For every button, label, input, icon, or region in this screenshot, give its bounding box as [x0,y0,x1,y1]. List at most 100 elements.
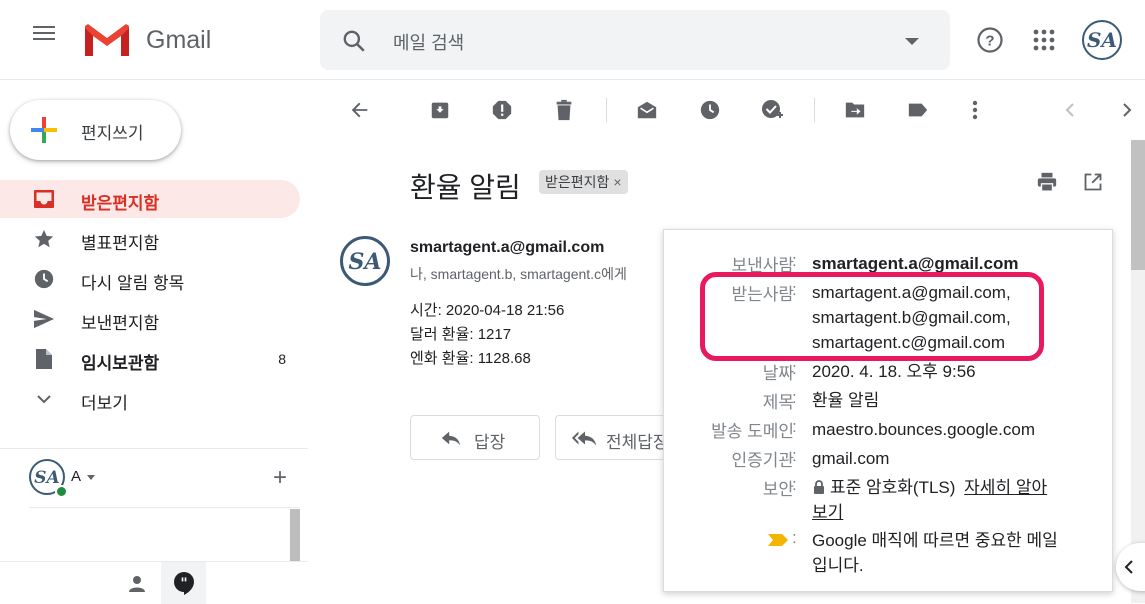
sidebar-bottom-tabs: " [0,561,308,604]
svg-text:SA: SA [1087,28,1117,52]
toolbar-separator [814,98,815,122]
search-bar[interactable]: 메일 검색 [320,10,950,70]
main-menu-button[interactable] [24,22,64,58]
search-options-icon[interactable] [902,32,922,52]
lock-icon [812,480,826,494]
help-icon[interactable]: ? [974,24,1006,56]
app-name[interactable]: Gmail [146,26,211,55]
message-toolbar [320,80,1145,140]
inbox-icon [32,188,56,210]
body-line-usd: 달러 환율: 1217 [410,326,512,343]
details-security-key: 보안 [762,480,794,499]
details-date-value: 2020. 4. 18. 오후 9:56 [812,362,976,381]
details-colon: : [792,446,797,465]
draft-icon [32,348,56,370]
label-chip-text: 받은편지함 [545,174,610,190]
reply-label: 답장 [474,433,506,452]
main-scrollbar[interactable] [1131,140,1145,270]
importance-text-1: Google 매직에 따르면 중요한 메일 [812,531,1058,550]
clock-icon [32,268,56,290]
hangouts-user-name[interactable]: A [71,468,81,485]
recipients-summary[interactable]: 나, smartagent.b, smartagent.c에게 [410,264,627,284]
body-line-jpy: 엔화 환율: 1128.68 [410,350,531,367]
side-panel-toggle[interactable] [1116,543,1145,591]
prev-icon[interactable] [1058,98,1082,122]
person-icon[interactable] [125,572,149,596]
sidebar-item-snoozed[interactable]: 다시 알림 항목 [0,260,300,298]
search-icon[interactable] [340,27,368,55]
security-text: 표준 암호화(TLS) [830,478,956,497]
svg-text:": " [180,576,187,592]
report-spam-icon[interactable] [490,98,514,122]
importance-marker-icon [767,532,789,552]
open-new-window-icon[interactable] [1081,170,1105,194]
details-date-key: 날짜 [762,364,794,383]
sidebar-item-drafts[interactable]: 임시보관함 8 [0,340,300,378]
snooze-icon[interactable] [698,98,722,122]
remove-label-icon[interactable]: × [613,174,621,190]
learn-more-link-cont[interactable]: 보기 [812,500,843,525]
details-mailed-by-value: maestro.bounces.google.com [812,420,1036,439]
details-colon: : [792,528,797,547]
label-icon[interactable] [906,98,930,122]
sidebar-item-label: 별표편지함 [81,234,160,253]
sidebar-item-label: 임시보관함 [81,354,160,373]
sidebar-item-sent[interactable]: 보낸편지함 [0,300,300,338]
toolbar-separator [606,98,607,122]
reply-all-label: 전체답장 [606,433,669,452]
reply-icon [439,428,463,448]
new-conversation-plus-icon[interactable]: + [268,466,292,490]
more-icon[interactable] [963,98,987,122]
compose-button[interactable]: 편지쓰기 [10,100,181,160]
svg-text:?: ? [985,33,994,50]
details-security-value: 표준 암호화(TLS) 자세히 알아 [812,475,1047,500]
reply-button[interactable]: 답장 [410,415,540,460]
mark-unread-icon[interactable] [635,98,659,122]
online-status-icon [55,485,68,498]
sidebar-item-label: 받은편지함 [81,194,160,213]
chevron-left-icon [1124,559,1134,575]
move-to-icon[interactable] [843,98,867,122]
importance-text-2: 입니다. [812,556,864,575]
archive-icon[interactable] [428,98,452,122]
gmail-logo-icon[interactable] [82,22,132,58]
sidebar-scrollbar[interactable] [290,509,300,561]
sender-email[interactable]: smartagent.a@gmail.com [410,239,604,257]
details-importance-row: : Google 매직에 따르면 중요한 메일 입니다. [664,528,1114,578]
details-signed-by-key: 인증기관 [731,451,794,470]
sidebar-item-label: 다시 알림 항목 [81,274,185,293]
details-colon: : [792,388,797,407]
sidebar-divider [0,448,308,449]
hangouts-status-caret-icon[interactable] [87,475,95,480]
star-icon [32,228,56,250]
delete-icon[interactable] [552,98,576,122]
compose-label: 편지쓰기 [81,124,144,143]
search-input[interactable]: 메일 검색 [393,29,464,55]
send-icon [32,308,56,330]
details-signed-by-value: gmail.com [812,449,890,468]
account-avatar[interactable]: SA [1082,20,1122,60]
reply-all-icon [570,428,600,448]
sidebar-item-more[interactable]: 더보기 [0,380,300,418]
inbox-label-chip[interactable]: 받은편지함 × [539,170,628,194]
svg-text:SA: SA [34,468,59,488]
message-subject: 환율 알림 [410,172,521,203]
hangouts-divider [29,507,299,508]
svg-text:SA: SA [349,249,382,275]
drafts-count: 8 [278,351,286,367]
sidebar-item-inbox[interactable]: 받은편지함 [0,180,300,218]
apps-grid-icon[interactable] [1030,26,1058,54]
details-mailed-by-key: 발송 도메인 [711,422,794,441]
sidebar-item-starred[interactable]: 별표편지함 [0,220,300,258]
sender-avatar[interactable]: SA [340,236,390,286]
learn-more-link[interactable]: 자세히 알아 [964,478,1047,497]
details-security-row: 보안 : 표준 암호화(TLS) 자세히 알아 보기 [664,475,1114,525]
back-icon[interactable] [348,98,372,122]
body-line-time: 시간: 2020-04-18 21:56 [410,302,565,319]
details-subject-value: 환율 알림 [812,391,880,410]
details-colon: : [792,359,797,378]
next-icon[interactable] [1115,98,1139,122]
print-icon[interactable] [1035,170,1059,194]
hangouts-quote-icon[interactable]: " [161,562,206,604]
add-task-icon[interactable] [760,98,784,122]
